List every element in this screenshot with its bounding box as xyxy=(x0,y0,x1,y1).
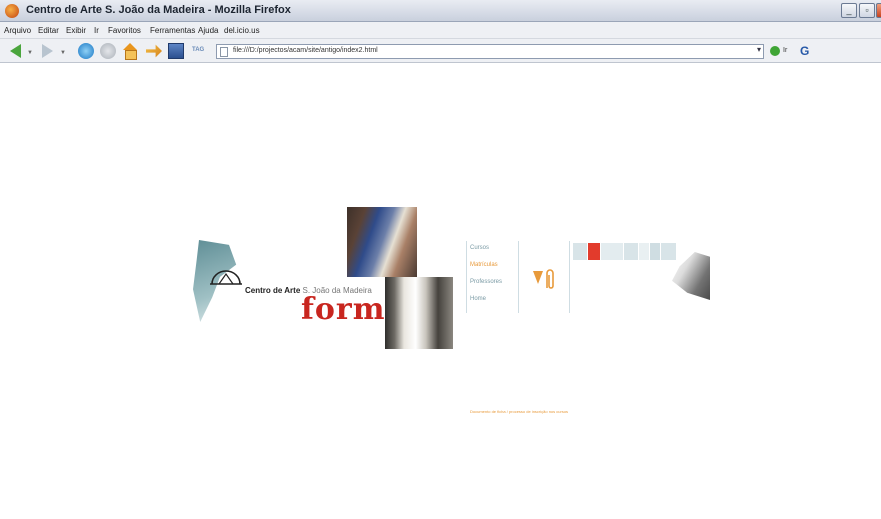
close-button[interactable] xyxy=(876,3,881,18)
bookmark-arrow-icon[interactable] xyxy=(146,44,162,58)
corridor-photo xyxy=(385,277,453,349)
go-icon[interactable] xyxy=(770,46,780,56)
color-block xyxy=(601,243,623,260)
window-title: Centro de Arte S. João da Madeira - Mozi… xyxy=(26,4,291,16)
arch-logo-icon xyxy=(210,269,242,285)
footer-link[interactable]: Documento de ficha / processo de inscriç… xyxy=(470,409,568,414)
paperclip-icon xyxy=(531,268,559,290)
home-icon[interactable] xyxy=(122,43,138,60)
menu-bar: Arquivo Editar Exibir Ir Favoritos Ferra… xyxy=(0,22,881,39)
address-bar[interactable]: file:///D:/projectos/acam/site/antigo/in… xyxy=(216,44,764,59)
forward-arrow-icon[interactable] xyxy=(42,44,53,58)
go-label[interactable]: Ir xyxy=(783,47,787,54)
navigation-toolbar: ▼ ▼ TAG file:///D:/projectos/acam/site/a… xyxy=(0,39,881,63)
address-dropdown-icon[interactable]: ▾ xyxy=(757,45,761,54)
site-logo-text[interactable]: Centro de Arte S. João da Madeira xyxy=(245,286,372,295)
menu-delicious[interactable]: del.icio.us xyxy=(224,26,260,35)
menu-favoritos[interactable]: Favoritos xyxy=(108,26,141,35)
minimize-button[interactable]: _ xyxy=(841,3,857,18)
color-block xyxy=(624,243,638,260)
reload-icon[interactable] xyxy=(78,43,94,59)
menu-exibir[interactable]: Exibir xyxy=(66,26,86,35)
menu-ir[interactable]: Ir xyxy=(94,26,99,35)
page-icon xyxy=(220,47,228,57)
page-content: Centro de Arte S. João da Madeira formac… xyxy=(0,63,881,519)
title-bar: Centro de Arte S. João da Madeira - Mozi… xyxy=(0,0,881,22)
menu-link-professores[interactable]: Professores xyxy=(470,279,502,285)
color-block-active xyxy=(588,243,600,260)
menu-ferramentas[interactable]: Ferramentas xyxy=(150,26,195,35)
color-block xyxy=(639,243,649,260)
color-block xyxy=(573,243,587,260)
color-block xyxy=(661,243,676,260)
back-dropdown-icon[interactable]: ▼ xyxy=(27,50,33,56)
divider-line xyxy=(466,241,467,313)
back-arrow-icon[interactable] xyxy=(10,44,21,58)
menu-ajuda[interactable]: Ajuda xyxy=(198,26,218,35)
menu-link-cursos[interactable]: Cursos xyxy=(470,245,489,251)
address-url[interactable]: file:///D:/projectos/acam/site/antigo/in… xyxy=(233,47,378,54)
forward-dropdown-icon[interactable]: ▼ xyxy=(60,50,66,56)
color-block xyxy=(650,243,660,260)
divider-line xyxy=(569,241,570,313)
menu-link-home[interactable]: Home xyxy=(470,296,486,302)
menu-arquivo[interactable]: Arquivo xyxy=(4,26,31,35)
stop-icon[interactable] xyxy=(100,43,116,59)
menu-editar[interactable]: Editar xyxy=(38,26,59,35)
history-icon[interactable] xyxy=(168,43,184,59)
maximize-button[interactable]: ▫ xyxy=(859,3,875,18)
divider-line xyxy=(518,241,519,313)
menu-link-matriculas[interactable]: Matrículas xyxy=(470,262,498,268)
logo-light: S. João da Madeira xyxy=(302,286,372,295)
google-search-icon[interactable]: G xyxy=(800,44,809,58)
firefox-icon xyxy=(5,4,19,18)
tag-button[interactable]: TAG xyxy=(192,47,212,63)
decorative-shadow xyxy=(672,252,710,300)
students-photo xyxy=(347,207,417,277)
logo-bold: Centro de Arte xyxy=(245,286,301,295)
